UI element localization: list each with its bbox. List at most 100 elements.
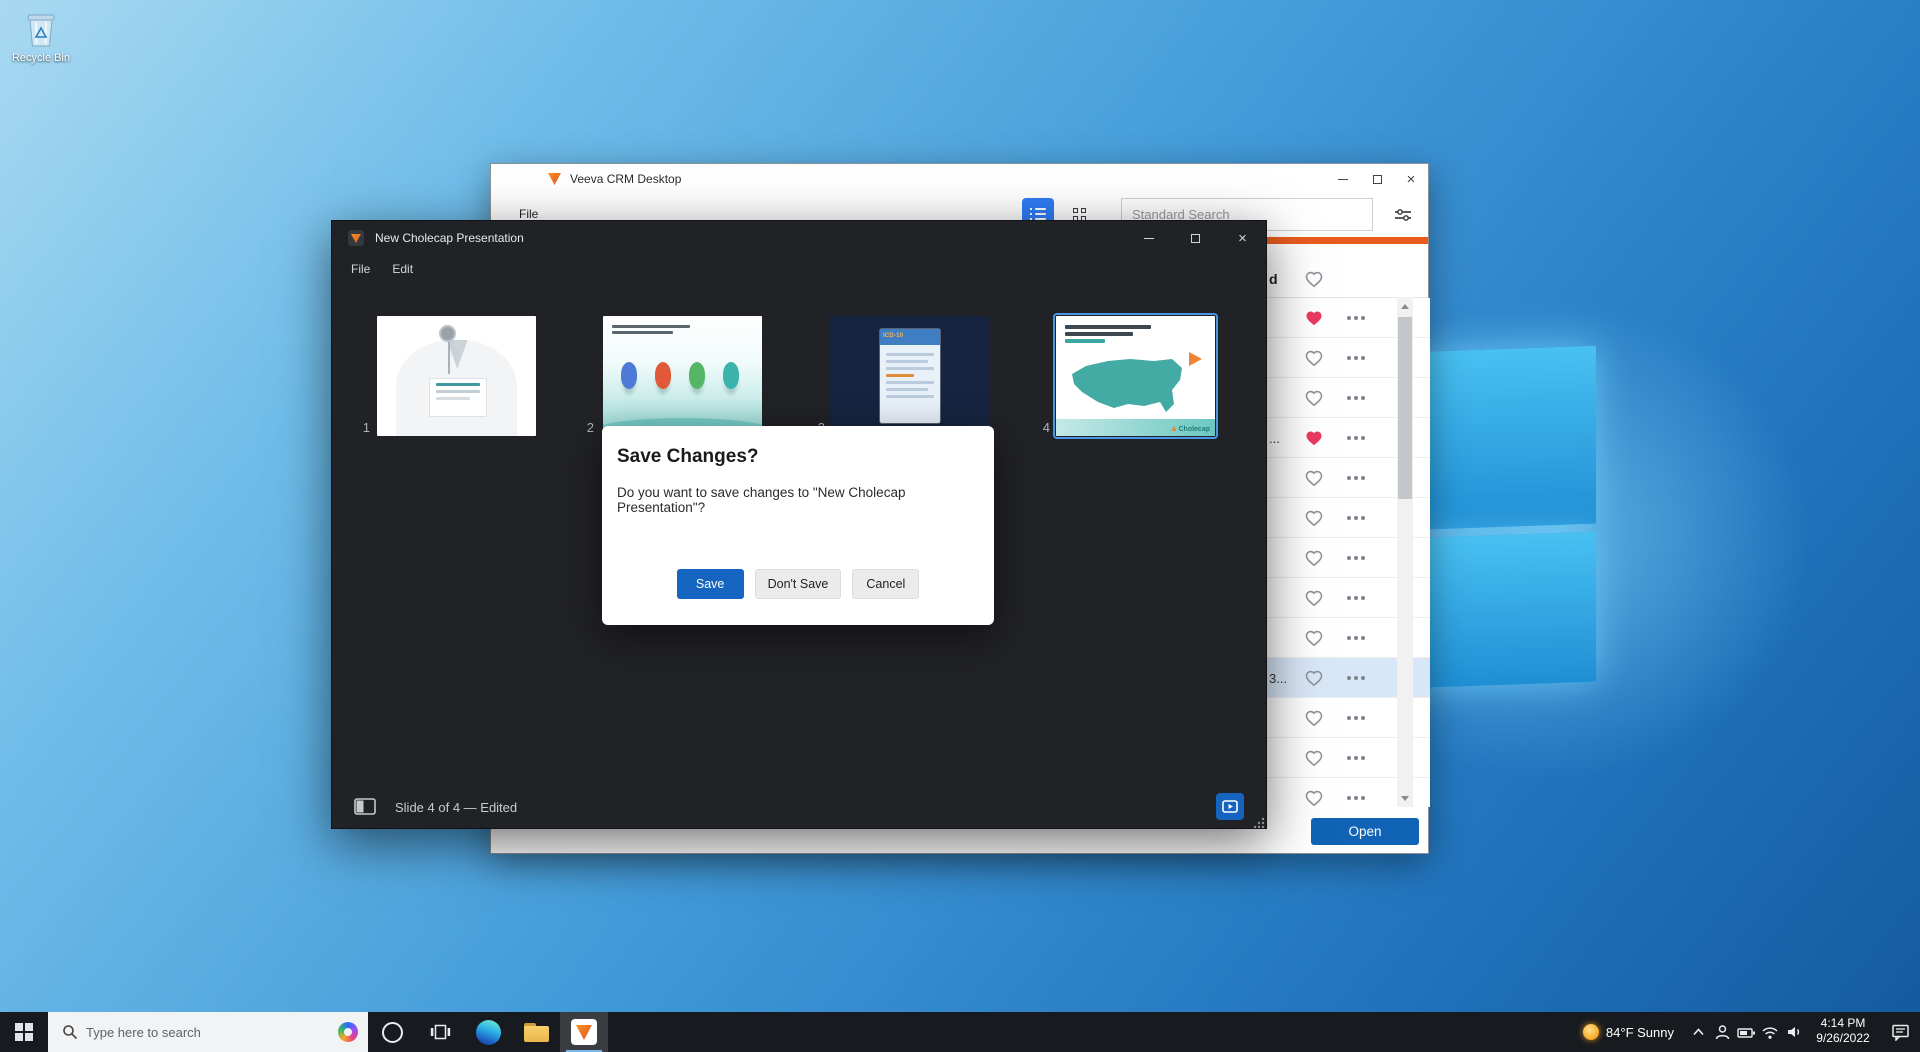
slide2-pills — [621, 362, 739, 389]
favorite-button[interactable] — [1304, 789, 1324, 807]
task-view-button[interactable] — [416, 1012, 464, 1052]
favorite-button[interactable] — [1304, 749, 1324, 768]
volume-icon — [1786, 1024, 1803, 1040]
dialog-message: Do you want to save changes to "New Chol… — [617, 485, 981, 515]
weather-widget[interactable]: 84°F Sunny — [1571, 1012, 1686, 1052]
close-button[interactable]: × — [1394, 164, 1428, 194]
scroll-down-button[interactable] — [1397, 789, 1413, 807]
recycle-bin-shortcut[interactable]: Recycle Bin — [8, 8, 74, 64]
filter-button[interactable] — [1391, 203, 1415, 227]
favorite-button[interactable] — [1304, 309, 1324, 328]
dont-save-button[interactable]: Don't Save — [755, 569, 842, 599]
edge-icon — [476, 1020, 501, 1045]
more-button[interactable] — [1347, 476, 1365, 480]
show-hidden-icons-button[interactable] — [1686, 1012, 1710, 1052]
cortana-icon — [382, 1022, 403, 1043]
open-button[interactable]: Open — [1311, 818, 1419, 845]
present-button[interactable] — [1216, 793, 1244, 820]
favorite-button[interactable] — [1304, 629, 1324, 648]
tray-person-button[interactable] — [1710, 1012, 1734, 1052]
windows-logo-icon — [15, 1023, 33, 1041]
presentation-window-title: New Cholecap Presentation — [375, 231, 524, 245]
action-center-icon — [1891, 1023, 1910, 1041]
more-button[interactable] — [1347, 596, 1365, 600]
stethoscope-icon — [441, 327, 454, 340]
taskbar-search-input[interactable] — [86, 1025, 330, 1040]
clock-date: 9/26/2022 — [1806, 1031, 1880, 1046]
dialog-title: Save Changes? — [617, 446, 759, 468]
scrollbar-thumb[interactable] — [1398, 317, 1412, 499]
search-highlights-icon[interactable] — [338, 1022, 358, 1042]
favorite-button[interactable] — [1304, 509, 1324, 528]
more-button[interactable] — [1347, 756, 1365, 760]
close-button[interactable]: × — [1219, 221, 1266, 255]
tray-network-button[interactable] — [1758, 1012, 1782, 1052]
weather-text: 84°F Sunny — [1606, 1025, 1674, 1040]
scrollbar[interactable] — [1397, 297, 1413, 807]
favorite-button[interactable] — [1304, 669, 1324, 688]
favorite-button[interactable] — [1304, 469, 1324, 488]
tray-volume-button[interactable] — [1782, 1012, 1806, 1052]
cancel-button[interactable]: Cancel — [852, 569, 919, 599]
veeva-app-button[interactable] — [560, 1012, 608, 1052]
veeva-app-icon — [571, 1019, 597, 1045]
resize-grip[interactable] — [1253, 817, 1265, 829]
minimize-button[interactable] — [1326, 164, 1360, 194]
taskbar-search-box[interactable] — [48, 1012, 368, 1052]
sidebar-toggle-button[interactable] — [354, 798, 376, 815]
more-button[interactable] — [1347, 436, 1365, 440]
slide-thumbnail-4[interactable]: Cholecap — [1056, 316, 1215, 436]
more-button[interactable] — [1347, 716, 1365, 720]
maximize-button[interactable] — [1172, 221, 1219, 255]
crm-window-title: Veeva CRM Desktop — [570, 172, 681, 186]
filter-icon — [1394, 207, 1412, 223]
taskbar-clock[interactable]: 4:14 PM 9/26/2022 — [1806, 1012, 1880, 1052]
favorite-button[interactable] — [1304, 549, 1324, 568]
scroll-up-button[interactable] — [1397, 297, 1413, 315]
tray-battery-button[interactable] — [1734, 1012, 1758, 1052]
more-button[interactable] — [1347, 556, 1365, 560]
task-view-icon — [430, 1024, 451, 1040]
save-button[interactable]: Save — [677, 569, 744, 599]
row-label-fragment: 3... — [1269, 671, 1287, 686]
more-button[interactable] — [1347, 316, 1365, 320]
grid-view-icon — [1073, 208, 1086, 221]
slide-thumbnail-1[interactable] — [377, 316, 536, 436]
slide-thumbnail-3[interactable]: ICD-10 — [830, 316, 989, 436]
more-button[interactable] — [1347, 796, 1365, 800]
cholecap-logo: Cholecap — [1171, 426, 1210, 433]
slide-status-text: Slide 4 of 4 — Edited — [395, 800, 517, 815]
favorite-button[interactable] — [1304, 389, 1324, 408]
menu-edit[interactable]: Edit — [392, 262, 413, 276]
more-button[interactable] — [1347, 636, 1365, 640]
maximize-button[interactable] — [1360, 164, 1394, 194]
search-icon — [62, 1024, 78, 1040]
usa-map-graphic — [1068, 346, 1188, 420]
favorite-button[interactable] — [1304, 709, 1324, 728]
more-button[interactable] — [1347, 676, 1365, 680]
edge-button[interactable] — [464, 1012, 512, 1052]
clock-time: 4:14 PM — [1806, 1016, 1880, 1031]
more-button[interactable] — [1347, 396, 1365, 400]
more-button[interactable] — [1347, 516, 1365, 520]
play-icon — [1222, 800, 1238, 813]
cortana-button[interactable] — [368, 1012, 416, 1052]
menu-file[interactable]: File — [351, 262, 370, 276]
favorite-button[interactable] — [1304, 589, 1324, 608]
favorites-column-heart-icon[interactable] — [1304, 270, 1324, 289]
start-button[interactable] — [0, 1012, 48, 1052]
action-center-button[interactable] — [1880, 1023, 1920, 1041]
slide-number: 2 — [580, 420, 594, 435]
minimize-button[interactable] — [1125, 221, 1172, 255]
more-button[interactable] — [1347, 356, 1365, 360]
person-icon — [1714, 1024, 1731, 1041]
list-view-icon — [1030, 208, 1046, 220]
wifi-icon — [1761, 1025, 1779, 1040]
file-explorer-button[interactable] — [512, 1012, 560, 1052]
favorite-button[interactable] — [1304, 429, 1324, 448]
veeva-logo-icon — [548, 173, 561, 185]
favorite-button[interactable] — [1304, 349, 1324, 368]
slide-thumbnail-2[interactable] — [603, 316, 762, 436]
chevron-up-icon — [1692, 1027, 1705, 1037]
crm-menu-file[interactable]: File — [519, 207, 538, 221]
